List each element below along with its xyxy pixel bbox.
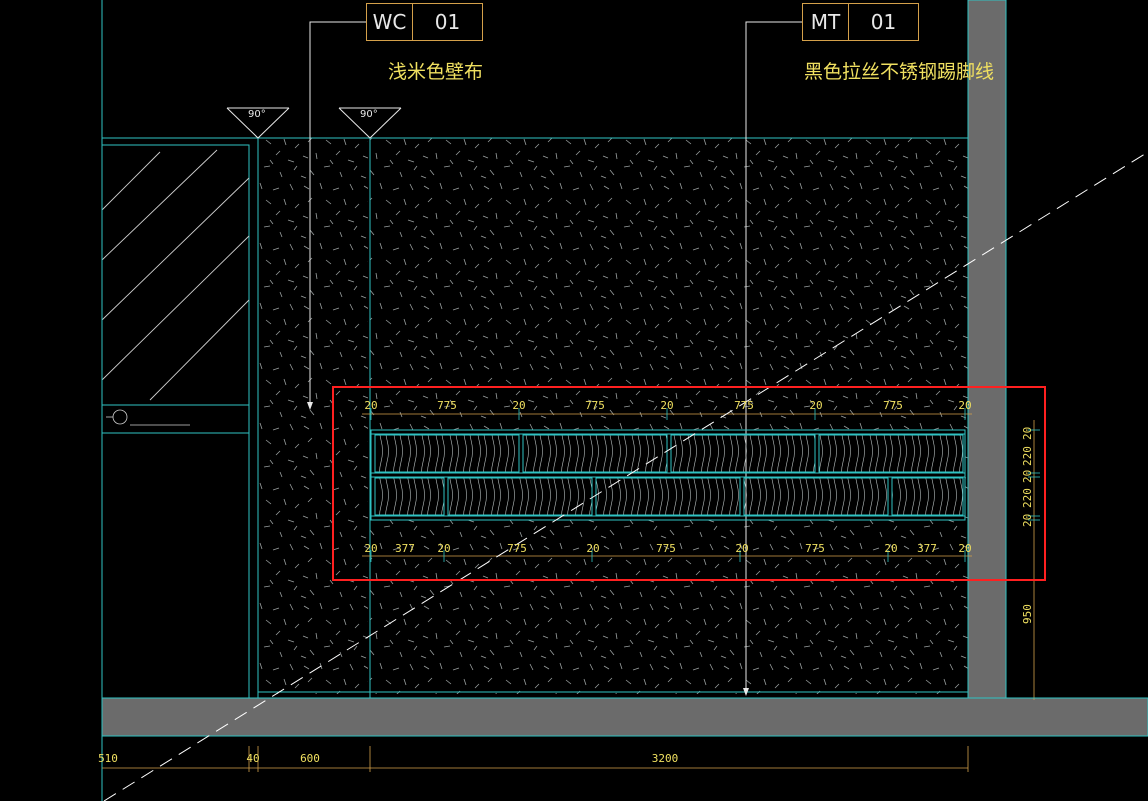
dim-right-3: 20 xyxy=(1021,469,1034,483)
dim-bottom-1: 20 xyxy=(364,542,378,555)
dim-floor-1: 510 xyxy=(98,752,118,765)
dim-top-6: 775 xyxy=(734,399,754,412)
glass-door xyxy=(101,144,250,699)
floor-slab xyxy=(101,697,1148,737)
dim-right-tall: 950 xyxy=(1021,604,1034,624)
angle-label-left: 90° xyxy=(248,109,266,120)
material-caption-wc: 浅米色壁布 xyxy=(388,61,484,83)
dim-floor-3: 600 xyxy=(300,752,320,765)
tag-code: WC xyxy=(367,4,413,40)
dim-top-1: 20 xyxy=(364,399,378,412)
angle-label-right: 90° xyxy=(360,109,378,120)
material-tag-mt: MT 01 xyxy=(802,3,919,41)
dim-bottom-3: 20 xyxy=(437,542,451,555)
dim-bottom-2: 377 xyxy=(395,542,415,555)
dim-top-8: 775 xyxy=(883,399,903,412)
dim-floor-4: 3200 xyxy=(651,752,679,765)
dim-top-4: 775 xyxy=(585,399,605,412)
dim-top-5: 20 xyxy=(660,399,674,412)
dim-floor-2: 40 xyxy=(246,752,260,765)
dim-bottom-8: 775 xyxy=(805,542,825,555)
tag-code: MT xyxy=(803,4,849,40)
right-wall xyxy=(967,0,1007,699)
dim-bottom-9: 20 xyxy=(884,542,898,555)
dim-top-9: 20 xyxy=(958,399,972,412)
cad-drawing xyxy=(101,0,1148,801)
material-caption-mt: 黑色拉丝不锈钢踢脚线 xyxy=(804,61,995,83)
dim-bottom-5: 20 xyxy=(586,542,600,555)
dim-right-2: 220 xyxy=(1021,446,1034,466)
tag-number: 01 xyxy=(870,10,897,34)
material-tag-wc: WC 01 xyxy=(366,3,483,41)
dim-top-2: 775 xyxy=(437,399,457,412)
dim-right-4: 220 xyxy=(1021,488,1034,508)
door-handle-icon xyxy=(106,409,190,426)
dim-bottom-10: 377 xyxy=(917,542,937,555)
tag-number: 01 xyxy=(434,10,461,34)
dim-bottom-7: 20 xyxy=(735,542,749,555)
dim-top-7: 20 xyxy=(809,399,823,412)
dim-bottom-4: 775 xyxy=(507,542,527,555)
dim-right-1: 20 xyxy=(1021,426,1034,440)
dim-bottom-11: 20 xyxy=(958,542,972,555)
dim-bottom-6: 775 xyxy=(656,542,676,555)
dim-right-5: 20 xyxy=(1021,513,1034,527)
dim-top-3: 20 xyxy=(512,399,526,412)
